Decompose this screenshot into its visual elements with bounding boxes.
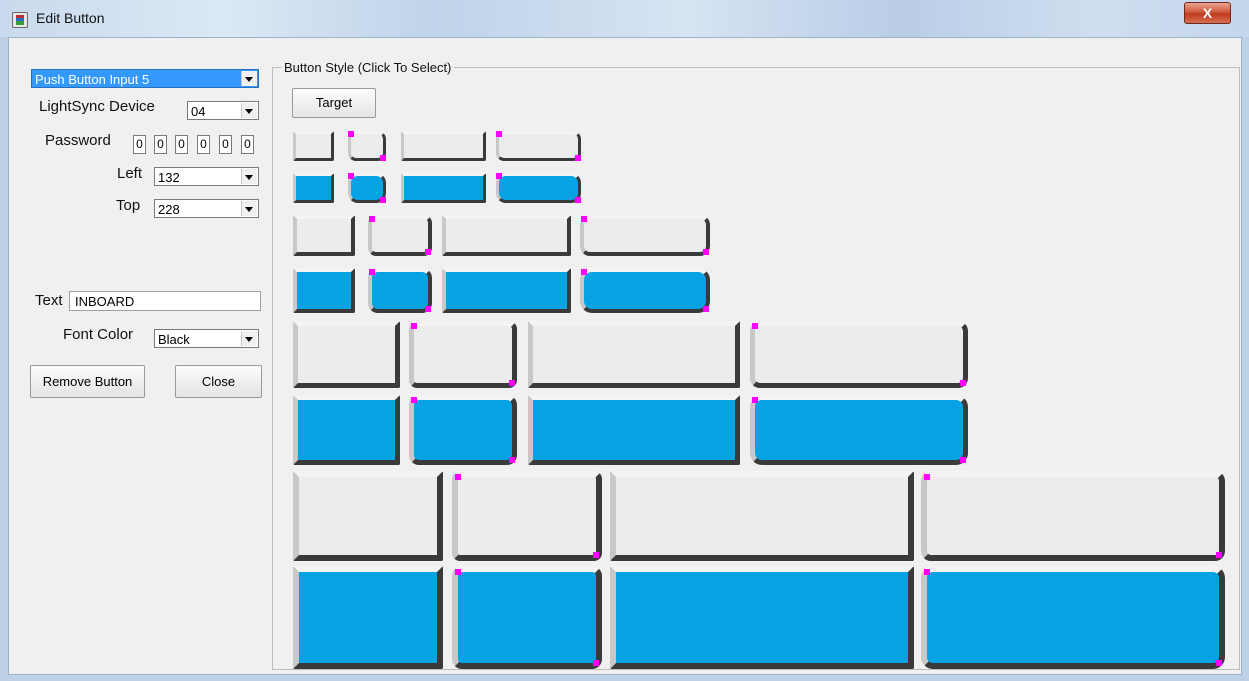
- left-select[interactable]: 132: [154, 167, 259, 186]
- font-color-label: Font Color: [63, 326, 134, 343]
- button-style-swatch[interactable]: [293, 395, 400, 465]
- button-style-swatch[interactable]: [496, 131, 581, 161]
- button-style-swatch[interactable]: [401, 131, 486, 161]
- text-input[interactable]: INBOARD: [69, 291, 261, 311]
- chevron-down-icon[interactable]: [241, 331, 257, 346]
- button-style-swatch[interactable]: [921, 471, 1225, 561]
- button-style-swatch[interactable]: [368, 215, 432, 256]
- chevron-down-icon[interactable]: [241, 169, 257, 184]
- button-style-swatch[interactable]: [293, 321, 400, 388]
- button-style-swatch[interactable]: [401, 173, 486, 203]
- button-style-swatch[interactable]: [580, 215, 710, 256]
- chevron-down-icon[interactable]: [241, 71, 257, 86]
- remove-button[interactable]: Remove Button: [30, 365, 145, 398]
- edit-button-window: Edit Button X Push Button Input 5 LightS…: [0, 0, 1249, 681]
- password-digit-6[interactable]: 0: [241, 135, 254, 154]
- device-select[interactable]: 04: [187, 101, 259, 120]
- button-style-swatch[interactable]: [348, 173, 386, 203]
- password-digit-4[interactable]: 0: [197, 135, 210, 154]
- top-value: 228: [158, 202, 180, 217]
- button-style-swatch[interactable]: [442, 268, 571, 313]
- button-style-legend: Button Style (Click To Select): [284, 60, 452, 75]
- left-value: 132: [158, 170, 180, 185]
- password-digit-2[interactable]: 0: [154, 135, 167, 154]
- button-style-swatch[interactable]: [496, 173, 581, 203]
- button-style-swatch[interactable]: [580, 268, 710, 313]
- app-icon: [12, 12, 28, 28]
- button-style-swatch[interactable]: [293, 471, 443, 561]
- device-label: LightSync Device: [39, 98, 155, 115]
- text-label: Text: [35, 292, 63, 309]
- chevron-down-icon[interactable]: [241, 201, 257, 216]
- input-select-value: Push Button Input 5: [35, 72, 150, 87]
- button-style-swatch[interactable]: [348, 131, 386, 161]
- button-style-swatch[interactable]: [293, 268, 355, 313]
- button-style-swatch[interactable]: [921, 566, 1225, 669]
- button-style-swatch[interactable]: [750, 395, 968, 465]
- button-style-swatch[interactable]: [750, 321, 968, 388]
- button-style-swatch[interactable]: [610, 566, 914, 669]
- left-label: Left: [117, 165, 143, 182]
- button-style-swatch[interactable]: [409, 321, 517, 388]
- button-style-swatch[interactable]: [409, 395, 517, 465]
- target-button[interactable]: Target: [292, 88, 376, 118]
- window-title: Edit Button: [36, 10, 105, 26]
- password-digit-3[interactable]: 0: [175, 135, 188, 154]
- input-select[interactable]: Push Button Input 5: [31, 69, 259, 88]
- button-style-swatch[interactable]: [610, 471, 914, 561]
- button-style-swatch[interactable]: [293, 131, 334, 161]
- password-digit-5[interactable]: 0: [219, 135, 232, 154]
- password-label: Password: [45, 132, 111, 149]
- button-style-swatch[interactable]: [293, 215, 355, 256]
- password-digit-1[interactable]: 0: [133, 135, 146, 154]
- button-style-swatch[interactable]: [293, 173, 334, 203]
- chevron-down-icon[interactable]: [241, 103, 257, 118]
- button-style-swatch[interactable]: [452, 471, 602, 561]
- close-button[interactable]: Close: [175, 365, 262, 398]
- button-style-swatch[interactable]: [293, 566, 443, 669]
- button-style-swatch[interactable]: [528, 321, 740, 388]
- button-style-swatch[interactable]: [442, 215, 571, 256]
- top-select[interactable]: 228: [154, 199, 259, 218]
- button-style-swatch[interactable]: [528, 395, 740, 465]
- font-color-value: Black: [158, 332, 190, 347]
- font-color-select[interactable]: Black: [154, 329, 259, 348]
- device-value: 04: [191, 104, 206, 119]
- button-style-swatch[interactable]: [452, 566, 602, 669]
- title-bar[interactable]: Edit Button X: [0, 0, 1249, 37]
- close-window-button[interactable]: X: [1184, 2, 1231, 24]
- top-label: Top: [116, 197, 141, 214]
- button-style-swatch[interactable]: [368, 268, 432, 313]
